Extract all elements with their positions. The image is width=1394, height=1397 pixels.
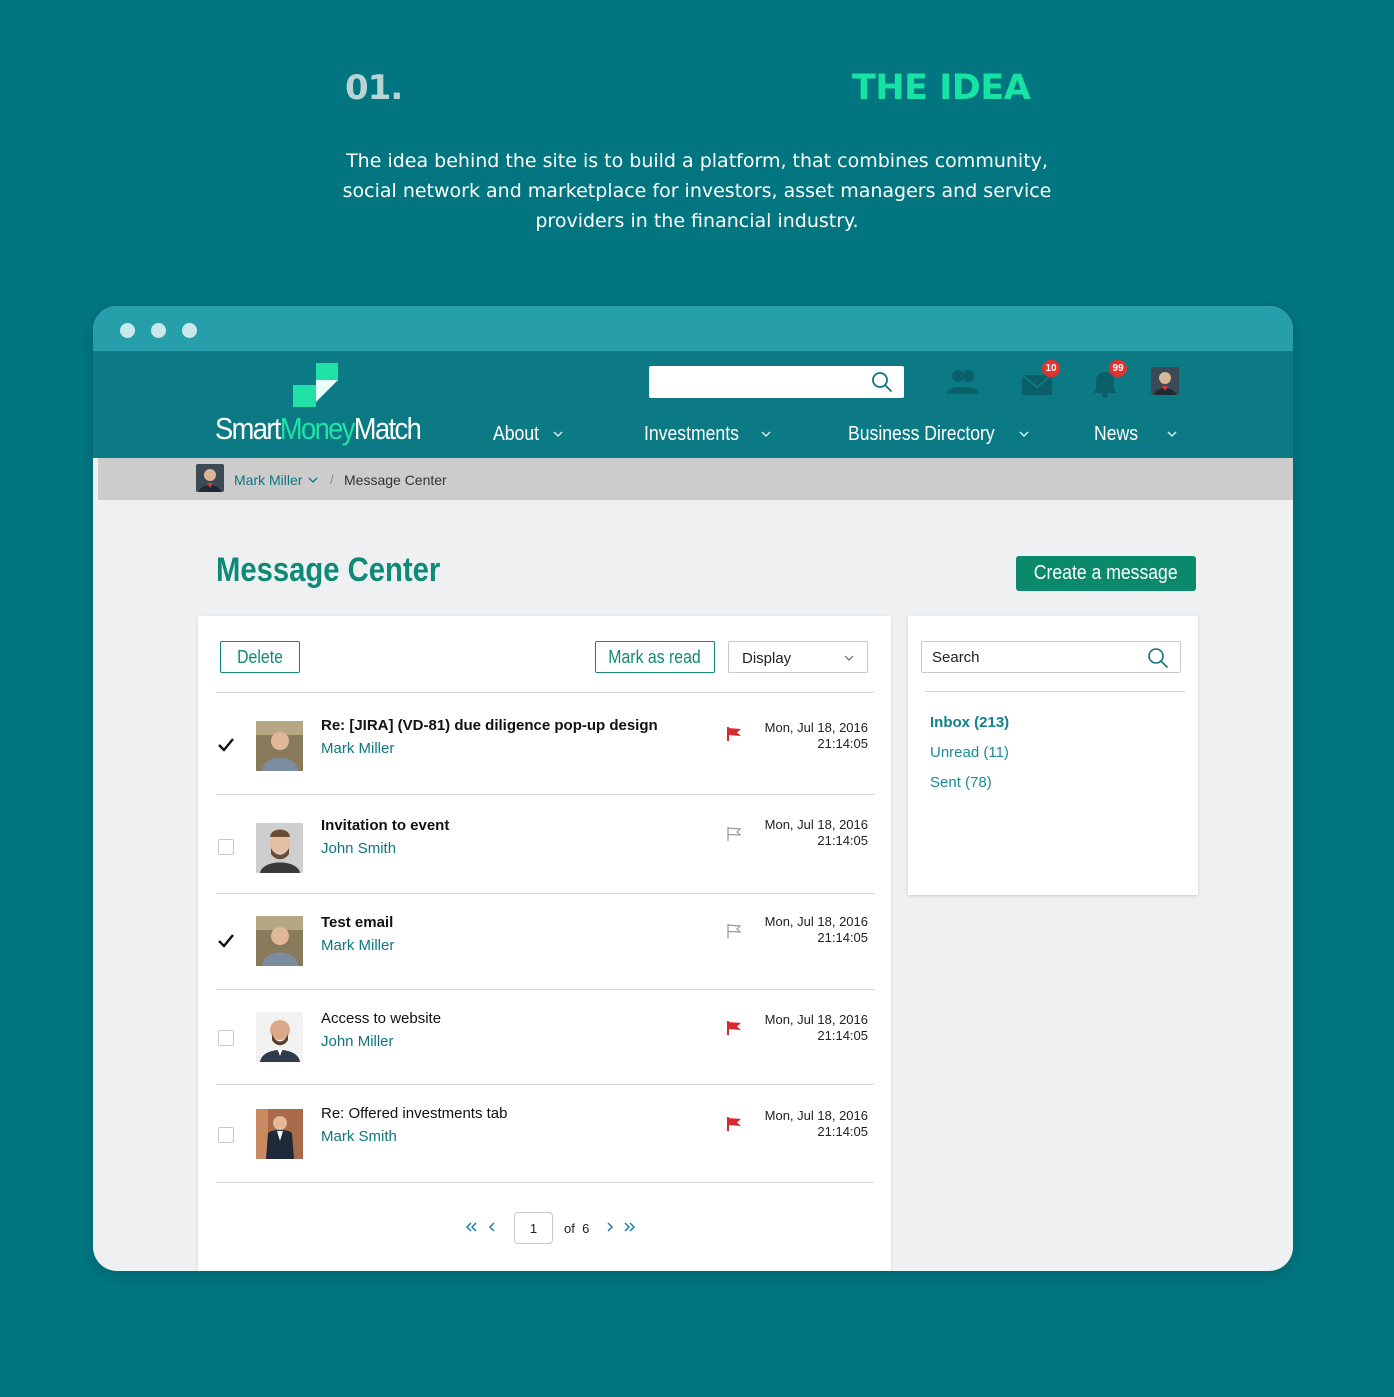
folder-sent[interactable]: Sent (78)	[930, 774, 992, 791]
breadcrumb-separator: /	[330, 472, 334, 487]
flag-outline-icon[interactable]	[726, 826, 742, 842]
pagination: of 6	[198, 1212, 891, 1244]
mark-as-read-button[interactable]: Mark as read	[595, 641, 715, 673]
folder-inbox[interactable]: Inbox (213)	[930, 714, 1009, 731]
previous-page-icon[interactable]	[485, 1220, 499, 1234]
folder-sidebar: Inbox (213) Unread (11) Sent (78)	[908, 616, 1198, 895]
message-sender[interactable]: John Miller	[321, 1033, 394, 1050]
message-sender[interactable]: Mark Smith	[321, 1128, 397, 1145]
message-sender[interactable]: Mark Miller	[321, 937, 394, 954]
notifications-button[interactable]: 99	[1085, 360, 1127, 399]
delete-button[interactable]: Delete	[220, 641, 300, 673]
browser-window: SmartMoneyMatch 10 99 About Investments …	[93, 306, 1293, 1271]
window-dot-close[interactable]	[120, 323, 135, 338]
message-date: Mon, Jul 18, 2016 21:14:05	[764, 914, 868, 945]
section-title: THE IDEA	[852, 68, 1031, 108]
message-date: Mon, Jul 18, 2016 21:14:05	[764, 1108, 868, 1139]
checkbox[interactable]	[218, 1030, 234, 1046]
message-subject[interactable]: Re: Offered investments tab	[321, 1105, 507, 1122]
notifications-badge: 99	[1109, 360, 1127, 377]
search-icon[interactable]	[1147, 647, 1169, 669]
header-search-input[interactable]	[649, 366, 904, 398]
message-row[interactable]: Test email Mark Miller Mon, Jul 18, 2016…	[216, 894, 874, 990]
section-description: The idea behind the site is to build a p…	[342, 150, 1052, 232]
divider	[216, 1182, 874, 1183]
breadcrumb-user-link[interactable]: Mark Miller	[234, 472, 302, 488]
create-message-button[interactable]: Create a message	[1016, 556, 1196, 591]
message-subject[interactable]: Invitation to event	[321, 817, 449, 834]
nav-business-directory[interactable]: Business Directory	[848, 423, 995, 446]
page-number-input[interactable]	[514, 1212, 553, 1244]
checkbox[interactable]	[218, 1127, 234, 1143]
message-subject[interactable]: Re: [JIRA] (VD-81) due diligence pop-up …	[321, 717, 658, 734]
checkbox[interactable]	[218, 839, 234, 855]
first-page-icon[interactable]	[464, 1220, 478, 1234]
flag-filled-icon[interactable]	[726, 726, 742, 742]
community-button[interactable]	[943, 365, 983, 399]
checkbox-checked[interactable]	[218, 933, 234, 949]
message-date: Mon, Jul 18, 2016 21:14:05	[764, 720, 868, 751]
chevron-down-icon[interactable]	[760, 429, 772, 439]
avatar	[256, 1012, 303, 1062]
divider	[925, 691, 1185, 692]
avatar	[256, 823, 303, 873]
messages-badge: 10	[1042, 360, 1060, 377]
avatar	[256, 721, 303, 771]
message-list-panel: Delete Mark as read Display Re: [JIRA] (…	[198, 616, 891, 1271]
flag-filled-icon[interactable]	[726, 1020, 742, 1036]
message-search-input[interactable]	[921, 641, 1181, 673]
breadcrumb-current: Message Center	[344, 472, 447, 488]
app-header: SmartMoneyMatch 10 99 About Investments …	[93, 351, 1293, 458]
message-row[interactable]: Access to website John Miller Mon, Jul 1…	[216, 990, 874, 1086]
message-date: Mon, Jul 18, 2016 21:14:05	[764, 817, 868, 848]
flag-filled-icon[interactable]	[726, 1116, 742, 1132]
search-icon[interactable]	[871, 371, 893, 393]
message-subject[interactable]: Test email	[321, 914, 393, 931]
chevron-down-icon[interactable]	[1018, 429, 1030, 439]
page-title: Message Center	[216, 551, 441, 589]
logo-wordmark[interactable]: SmartMoneyMatch	[215, 411, 422, 447]
message-row[interactable]: Re: Offered investments tab Mark Smith M…	[216, 1085, 874, 1181]
message-sender[interactable]: John Smith	[321, 840, 396, 857]
nav-about[interactable]: About	[493, 423, 539, 446]
chevron-down-icon[interactable]	[552, 429, 564, 439]
browser-titlebar	[93, 306, 1293, 351]
display-dropdown[interactable]: Display	[728, 641, 868, 673]
messages-button[interactable]: 10	[1018, 360, 1060, 399]
message-date: Mon, Jul 18, 2016 21:14:05	[764, 1012, 868, 1043]
section-number: 01.	[345, 68, 403, 108]
checkbox-checked[interactable]	[218, 737, 234, 753]
message-row[interactable]: Re: [JIRA] (VD-81) due diligence pop-up …	[216, 693, 874, 789]
folder-unread[interactable]: Unread (11)	[930, 744, 1009, 761]
message-subject[interactable]: Access to website	[321, 1010, 441, 1027]
window-dot-minimize[interactable]	[151, 323, 166, 338]
avatar	[256, 1109, 303, 1159]
flag-outline-icon[interactable]	[726, 923, 742, 939]
nav-news[interactable]: News	[1094, 423, 1138, 446]
chevron-down-icon	[844, 655, 854, 661]
avatar	[196, 464, 224, 492]
user-avatar[interactable]	[1151, 367, 1179, 395]
logo-mark-icon[interactable]	[293, 363, 339, 407]
nav-investments[interactable]: Investments	[644, 423, 739, 446]
message-row[interactable]: Invitation to event John Smith Mon, Jul …	[216, 795, 874, 891]
last-page-icon[interactable]	[623, 1220, 637, 1234]
chevron-down-icon[interactable]	[308, 476, 318, 484]
window-dot-maximize[interactable]	[182, 323, 197, 338]
people-icon	[947, 370, 979, 394]
breadcrumb: Mark Miller / Message Center	[98, 458, 1293, 500]
message-sender[interactable]: Mark Miller	[321, 740, 394, 757]
next-page-icon[interactable]	[603, 1220, 617, 1234]
chevron-down-icon[interactable]	[1166, 429, 1178, 439]
display-dropdown-label: Display	[742, 650, 792, 667]
page-total: of 6	[564, 1221, 590, 1236]
avatar	[256, 916, 303, 966]
